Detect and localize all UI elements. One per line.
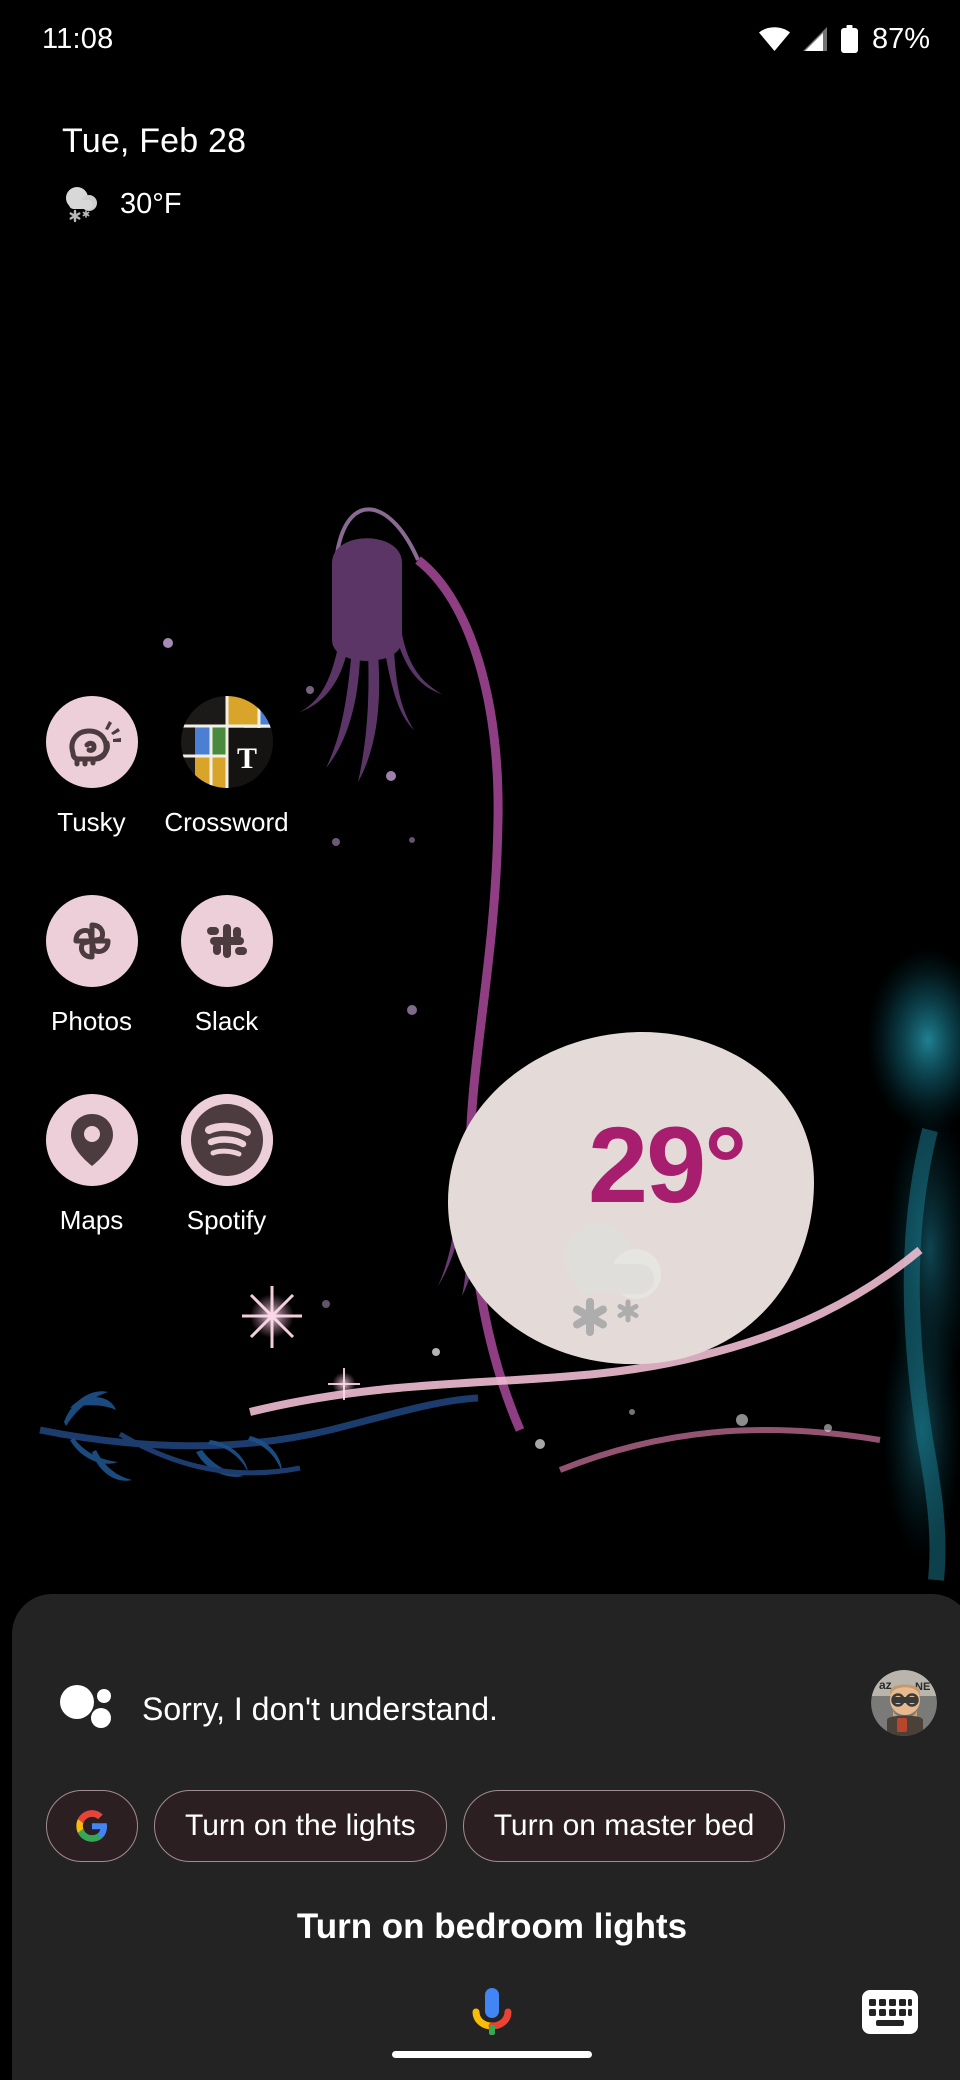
battery-icon <box>840 24 858 53</box>
svg-text:T: T <box>236 742 256 775</box>
svg-text:az: az <box>879 1678 892 1692</box>
glance-weather[interactable]: 30°F <box>62 185 246 223</box>
app-tusky[interactable]: Tusky <box>24 696 159 838</box>
app-spotify[interactable]: Spotify <box>159 1094 294 1236</box>
app-photos[interactable]: Photos <box>24 895 159 1037</box>
spotify-icon <box>180 1094 273 1186</box>
status-bar: 11:08 87% <box>0 0 960 78</box>
chip-turn-on-master-bed[interactable]: Turn on master bed <box>462 1790 786 1862</box>
google-photos-icon <box>45 895 138 987</box>
user-avatar[interactable]: az NE <box>871 1670 937 1736</box>
app-label: Crossword <box>164 807 289 837</box>
snow-cloud-icon <box>554 1216 684 1341</box>
keyboard-icon[interactable] <box>862 1990 918 2034</box>
google-maps-icon <box>45 1094 138 1186</box>
assistant-response-text: Sorry, I don't understand. <box>142 1690 498 1727</box>
snow-cloud-icon <box>66 187 97 223</box>
app-row-1: Tusky T Crossword <box>0 696 960 838</box>
status-bar-clock: 11:08 <box>42 22 114 55</box>
chip-turn-on-the-lights[interactable]: Turn on the lights <box>154 1790 447 1862</box>
svg-text:NE: NE <box>915 1681 930 1693</box>
phone-screen: 11:08 87% Tue, Feb 28 30°F Tusky T Cross… <box>0 0 960 2080</box>
cellular-signal-icon <box>802 27 827 51</box>
battery-percentage: 87% <box>871 22 930 55</box>
google-microphone-icon[interactable] <box>460 1982 524 2046</box>
assistant-response-row: Sorry, I don't understand. <box>60 1680 932 1738</box>
glance-temperature: 30°F <box>120 187 182 220</box>
chip-google[interactable] <box>46 1790 138 1862</box>
assistant-suggestion-chips: Turn on the lights Turn on master bed <box>46 1790 786 1862</box>
app-label: Maps <box>59 1205 124 1235</box>
assistant-query-text: Turn on bedroom lights <box>296 1907 688 1946</box>
wifi-icon <box>758 27 790 51</box>
app-slack[interactable]: Slack <box>159 895 294 1037</box>
slack-icon <box>180 895 273 987</box>
glance-date[interactable]: Tue, Feb 28 <box>62 122 246 161</box>
weather-blob-widget[interactable]: 29° <box>446 1030 816 1370</box>
app-label: Tusky <box>57 807 126 837</box>
status-bar-icons: 87% <box>758 23 930 56</box>
app-crossword[interactable]: T Crossword <box>159 696 294 838</box>
tusky-icon <box>45 696 138 788</box>
app-row-2: Photos Slack <box>0 895 960 1037</box>
at-a-glance-widget[interactable]: Tue, Feb 28 30°F <box>62 122 246 223</box>
nyt-crossword-icon: T <box>180 696 273 788</box>
home-gesture-bar[interactable] <box>392 2051 592 2058</box>
google-g-icon <box>76 1810 107 1842</box>
app-label: Slack <box>194 1006 259 1036</box>
google-assistant-dots-icon <box>60 1685 111 1728</box>
google-assistant-panel: Sorry, I don't understand. az NE Turn on… <box>12 1594 960 2080</box>
app-label: Spotify <box>186 1205 267 1235</box>
app-maps[interactable]: Maps <box>24 1094 159 1236</box>
weather-blob-temperature: 29° <box>588 1104 747 1225</box>
app-label: Photos <box>51 1006 132 1036</box>
